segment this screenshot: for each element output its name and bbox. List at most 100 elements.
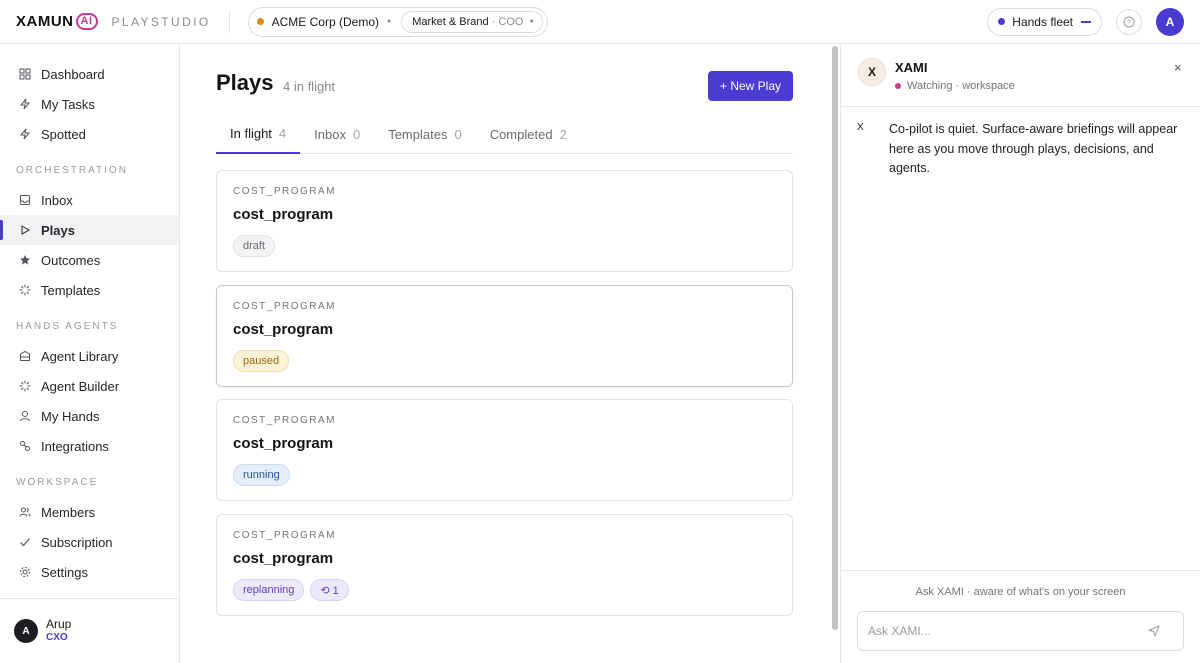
- sidebar-user-card[interactable]: A Arup CXO: [0, 598, 179, 663]
- main-content: Plays 4 in flight + New Play In flight 4…: [180, 44, 840, 663]
- sidebar-item-templates[interactable]: Templates: [0, 275, 179, 305]
- sidebar-item-my-tasks[interactable]: My Tasks: [0, 89, 179, 119]
- play-kicker: COST_PROGRAM: [233, 530, 337, 541]
- gear-icon: [19, 566, 31, 578]
- status-dot: [895, 83, 901, 89]
- status-badge: paused: [233, 350, 290, 372]
- sidebar-item-agent-builder[interactable]: Agent Builder: [0, 371, 179, 401]
- svg-text:?: ?: [1127, 19, 1131, 26]
- status-badge: replanning: [233, 579, 305, 601]
- sidebar-item-settings[interactable]: Settings: [0, 557, 179, 587]
- scrollbar[interactable]: [832, 46, 838, 630]
- copilot-avatar: X: [858, 58, 886, 86]
- copilot-status-text: Watching · workspace: [907, 80, 1015, 92]
- badge-row: draft: [233, 235, 276, 257]
- badge-row: running: [233, 464, 290, 486]
- sidebar-item-agent-library[interactable]: Agent Library: [0, 341, 179, 371]
- play-kicker: COST_PROGRAM: [233, 301, 337, 312]
- copilot-footer: Ask XAMI · aware of what's on your scree…: [841, 570, 1200, 663]
- tab-label: Completed: [489, 126, 553, 142]
- new-play-button[interactable]: + New Play: [708, 71, 793, 101]
- tab-count: 2: [559, 126, 567, 142]
- logo-text: XAMUN: [16, 13, 74, 30]
- fleet-status-dot: [998, 18, 1006, 25]
- sidebar-item-members[interactable]: Members: [0, 497, 179, 527]
- sidebar-item-label: Members: [41, 504, 96, 520]
- copilot-input[interactable]: [857, 611, 1184, 651]
- sidebar-item-label: Inbox: [41, 192, 73, 208]
- play-card[interactable]: COST_PROGRAM cost_program replanning ⟲ 1: [216, 514, 793, 616]
- plug-icon: [19, 440, 31, 452]
- sidebar-item-outcomes[interactable]: Outcomes: [0, 245, 179, 275]
- tab-label: Inbox: [314, 126, 346, 142]
- org-switcher[interactable]: ACME Corp (Demo) ● Market & Brand · COO …: [247, 6, 548, 37]
- page-subtitle: 4 in flight: [283, 79, 336, 94]
- fleet-label: Hands fleet: [1012, 14, 1073, 29]
- sidebar-item-label: Templates: [41, 282, 101, 298]
- status-badge: running: [233, 464, 290, 486]
- page-title: Plays: [216, 70, 274, 95]
- copilot-status: Watching · workspace: [895, 80, 1015, 92]
- section-label-hands-agents: HANDS AGENTS: [16, 320, 119, 332]
- send-icon: [1148, 625, 1160, 637]
- sidebar-item-inbox[interactable]: Inbox: [0, 185, 179, 215]
- sidebar-item-my-hands[interactable]: My Hands: [0, 401, 179, 431]
- sidebar-item-label: My Hands: [41, 408, 100, 424]
- close-icon[interactable]: ×: [1174, 60, 1182, 75]
- app-logo[interactable]: XAMUN AI: [16, 13, 98, 30]
- org-name: ACME Corp (Demo): [271, 14, 379, 29]
- sidebar-item-label: Spotted: [41, 126, 86, 142]
- role-switcher[interactable]: Market & Brand · COO ●: [401, 10, 543, 33]
- tab-completed[interactable]: Completed 2: [476, 114, 581, 154]
- spinner-icon: [19, 380, 31, 392]
- bolt-icon: [19, 98, 31, 110]
- help-button[interactable]: ?: [1116, 8, 1142, 35]
- user-avatar[interactable]: A: [1156, 7, 1184, 36]
- role-sub: · COO: [491, 15, 524, 28]
- play-card[interactable]: COST_PROGRAM cost_program draft: [216, 170, 793, 272]
- help-icon: ?: [1123, 16, 1135, 27]
- sidebar-item-label: Agent Library: [41, 348, 119, 364]
- sidebar-item-label: Subscription: [41, 534, 113, 550]
- tab-inbox[interactable]: Inbox 0: [300, 114, 374, 154]
- hands-fleet-button[interactable]: Hands fleet: [987, 7, 1102, 36]
- play-card[interactable]: COST_PROGRAM cost_program paused: [216, 285, 793, 387]
- copilot-name: XAMI: [895, 60, 928, 75]
- replan-count-badge: ⟲ 1: [310, 579, 349, 601]
- sidebar-item-label: My Tasks: [41, 96, 95, 112]
- copilot-header: X XAMI Watching · workspace ×: [841, 44, 1200, 107]
- top-bar: XAMUN AI PLAYSTUDIO ACME Corp (Demo) ● M…: [0, 0, 1200, 44]
- spinner-icon: [19, 284, 31, 296]
- copilot-panel: X XAMI Watching · workspace × X Co-pilot…: [840, 44, 1200, 663]
- tab-templates[interactable]: Templates 0: [374, 114, 475, 154]
- play-icon: [19, 224, 31, 236]
- play-card[interactable]: COST_PROGRAM cost_program running: [216, 399, 793, 501]
- logo-ai-badge: AI: [75, 13, 98, 30]
- message-avatar: X: [857, 122, 864, 133]
- sidebar-item-spotted[interactable]: Spotted: [0, 119, 179, 149]
- send-button[interactable]: [1146, 623, 1162, 639]
- sidebar-item-subscription[interactable]: Subscription: [0, 527, 179, 557]
- product-name: PLAYSTUDIO: [111, 14, 211, 29]
- sidebar-item-plays[interactable]: Plays: [0, 215, 179, 245]
- star-icon: [19, 254, 31, 266]
- sidebar-item-label: Integrations: [41, 438, 109, 454]
- play-title: cost_program: [233, 321, 334, 338]
- sidebar-item-integrations[interactable]: Integrations: [0, 431, 179, 461]
- bolt-icon: [19, 128, 31, 140]
- sidebar-item-label: Agent Builder: [41, 378, 120, 394]
- sidebar-item-label: Dashboard: [41, 66, 105, 82]
- users-icon: [19, 506, 31, 518]
- tab-label: Templates: [388, 126, 448, 142]
- tab-count: 0: [352, 126, 361, 142]
- tab-label: In flight: [230, 125, 272, 141]
- play-kicker: COST_PROGRAM: [233, 415, 337, 426]
- tab-bar: In flight 4 Inbox 0 Templates 0 Complete…: [216, 114, 793, 154]
- caret-icon: ●: [387, 18, 392, 25]
- tab-count: 4: [278, 125, 287, 141]
- sidebar-item-dashboard[interactable]: Dashboard: [0, 59, 179, 89]
- tab-in-flight[interactable]: In flight 4: [216, 114, 301, 154]
- copilot-message: Co-pilot is quiet. Surface-aware briefin…: [889, 122, 1178, 175]
- fleet-level-icon: [1081, 20, 1091, 23]
- play-kicker: COST_PROGRAM: [233, 186, 337, 197]
